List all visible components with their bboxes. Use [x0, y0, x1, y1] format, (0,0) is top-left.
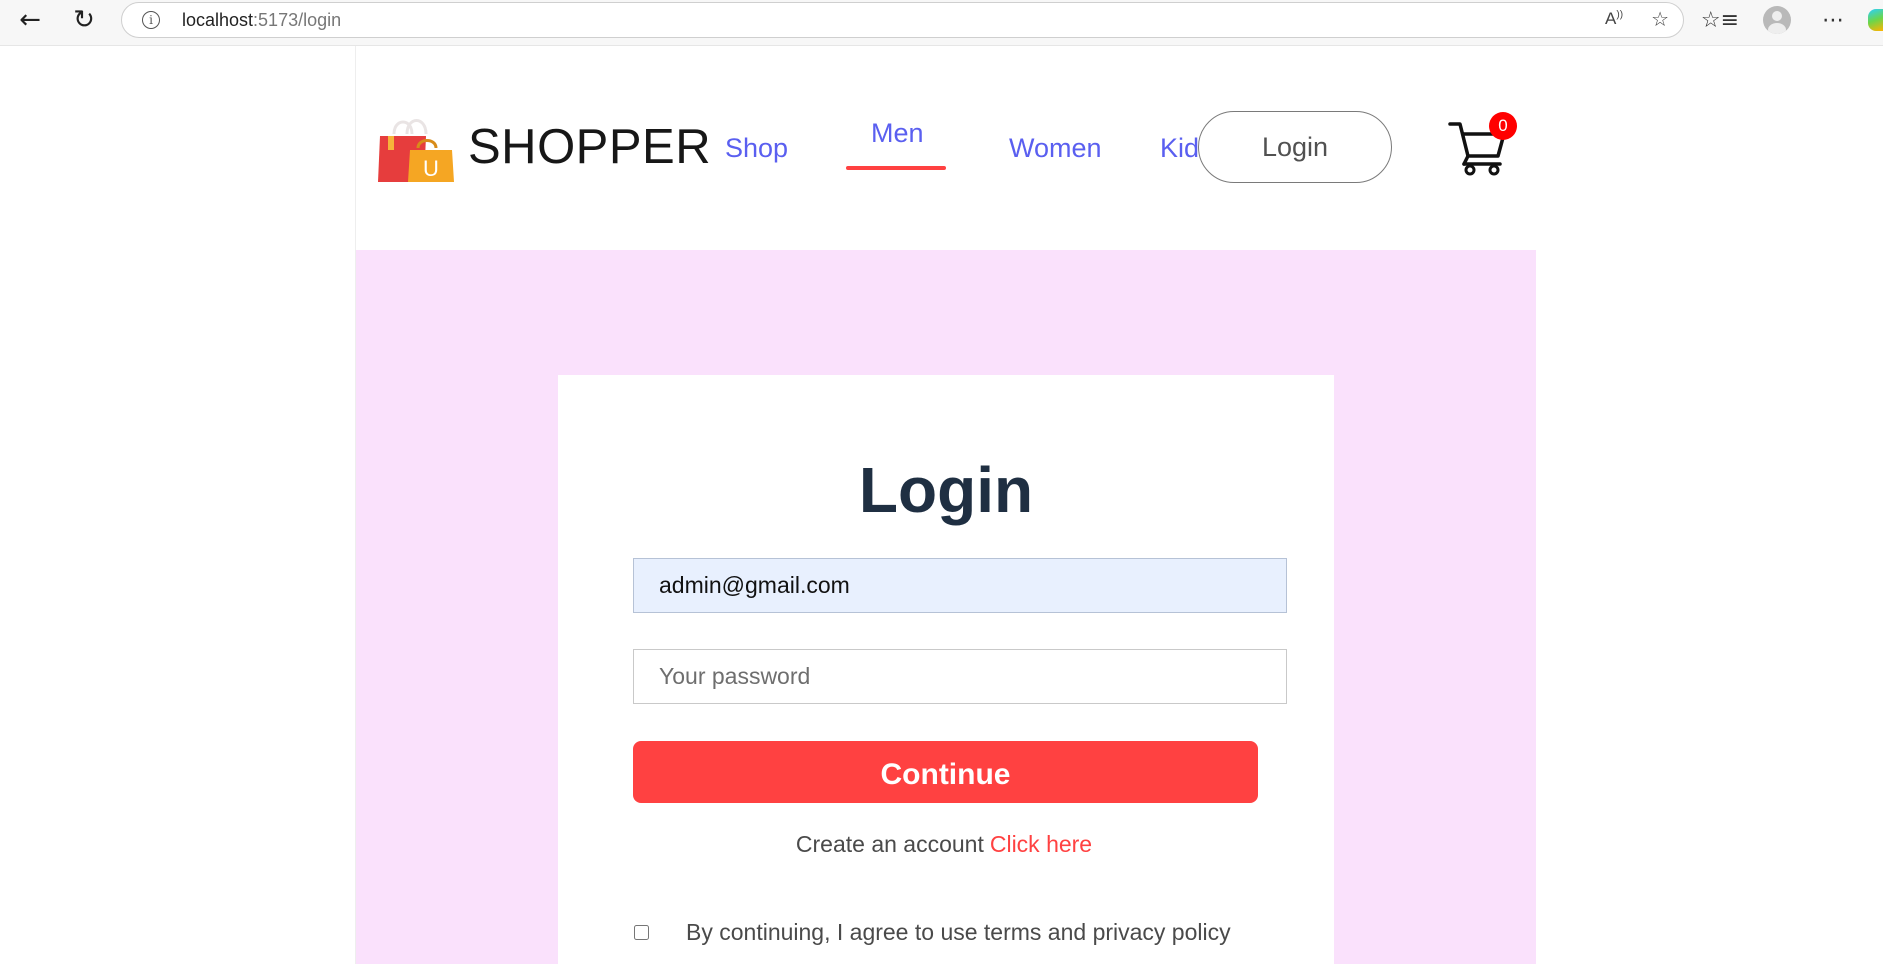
page-title: Login — [858, 454, 1034, 526]
click-here-link[interactable]: Click here — [990, 831, 1092, 857]
address-bar[interactable]: i localhost:5173/login A)) ☆ — [121, 2, 1684, 38]
nav-link-women[interactable]: Women — [1009, 133, 1102, 164]
email-field[interactable] — [633, 558, 1287, 613]
nav-link-men[interactable]: Men — [871, 118, 924, 149]
nav-link-kids[interactable]: Kids — [1160, 133, 1198, 164]
page-container: U SHOPPER Shop Men Women Kids Login 0 Lo… — [355, 46, 1536, 964]
more-icon[interactable]: ⋯ — [1815, 4, 1851, 36]
browser-toolbar: ← ↻ i localhost:5173/login A)) ☆ ☆≡ ⋯ — [0, 0, 1883, 46]
logo[interactable]: U SHOPPER — [378, 112, 711, 182]
continue-button[interactable]: Continue — [633, 741, 1258, 803]
reload-icon[interactable]: ↻ — [64, 4, 104, 36]
brand-name: SHOPPER — [468, 120, 712, 174]
agree-terms-text: By continuing, I agree to use terms and … — [686, 919, 1231, 945]
create-account-line: Create an account Click here — [558, 831, 1334, 858]
password-field[interactable] — [633, 649, 1287, 704]
svg-text:U: U — [423, 156, 439, 181]
nav-login-button[interactable]: Login — [1198, 111, 1392, 183]
agree-terms-row: By continuing, I agree to use terms and … — [634, 919, 1231, 946]
favorites-icon[interactable]: ☆≡ — [1700, 4, 1740, 36]
navbar: U SHOPPER Shop Men Women Kids Login 0 — [356, 46, 1536, 250]
create-account-text: Create an account — [795, 831, 984, 857]
nav-link-shop[interactable]: Shop — [725, 133, 788, 164]
info-icon[interactable]: i — [142, 11, 160, 29]
address-bar-actions: A)) ☆ — [1605, 7, 1669, 31]
login-card: Login Continue Create an accountClick he… — [558, 375, 1334, 964]
profile-icon[interactable] — [1757, 4, 1797, 36]
favorite-star-icon[interactable]: ☆ — [1651, 7, 1669, 31]
copilot-icon[interactable] — [1868, 4, 1883, 36]
active-nav-underline — [846, 166, 946, 170]
back-icon[interactable]: ← — [10, 4, 50, 36]
login-section: Login Continue Create an accountClick he… — [356, 250, 1536, 964]
url-text[interactable]: localhost:5173/login — [182, 10, 341, 31]
shopping-bag-logo-icon: U — [378, 119, 454, 182]
agree-terms-checkbox[interactable] — [634, 925, 649, 940]
read-aloud-icon[interactable]: A)) — [1605, 9, 1623, 29]
cart-count-badge: 0 — [1489, 112, 1517, 140]
